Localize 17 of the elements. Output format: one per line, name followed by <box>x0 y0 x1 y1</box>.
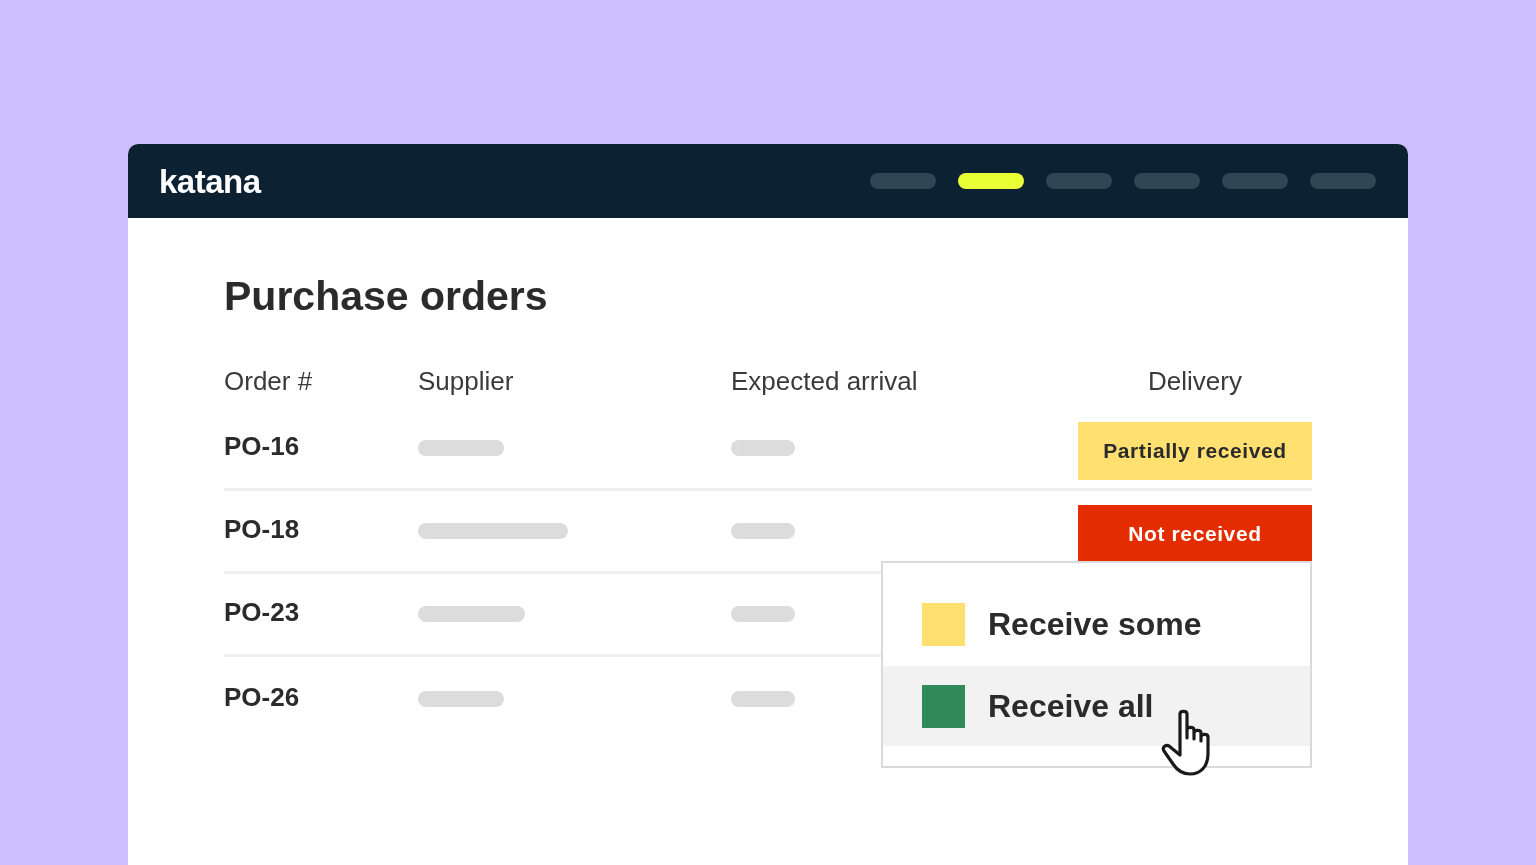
placeholder-bar <box>731 690 795 707</box>
delivery-status-badge: Partially received <box>1078 421 1312 480</box>
column-header: Expected arrival <box>731 365 918 398</box>
column-header: Order # <box>224 365 313 398</box>
placeholder-bar <box>731 523 795 539</box>
page-title: Purchase orders <box>224 272 548 320</box>
placeholder-bar <box>731 440 795 456</box>
logo: katana <box>159 164 261 198</box>
placeholder-bar <box>731 606 795 622</box>
order-number: PO-26 <box>224 680 300 713</box>
column-header: Delivery <box>1148 365 1242 398</box>
order-number: PO-23 <box>224 596 300 628</box>
order-number: PO-18 <box>224 513 300 545</box>
order-number: PO-16 <box>224 430 300 462</box>
nav-tab[interactable] <box>958 173 1024 189</box>
delivery-status-badge: Not received <box>1078 504 1312 563</box>
column-header: Supplier <box>418 365 514 398</box>
